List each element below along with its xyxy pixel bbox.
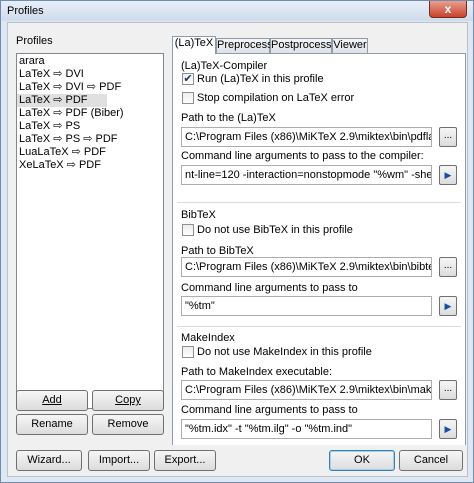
list-item[interactable]: LaTeX ⇨ DVI ⇨ PDF [17,81,163,94]
tab-latex[interactable]: (La)TeX [172,36,216,54]
makeindex-args-menu-button[interactable]: ▶ [439,419,457,439]
disable-bibtex-checkbox[interactable] [182,224,194,236]
remove-button-label: Remove [107,418,149,430]
import-button[interactable]: Import... [88,450,150,471]
tab-preprocessor[interactable]: Preprocessor [216,38,282,53]
latex-path-browse-button[interactable]: ... [439,127,457,147]
disable-makeindex-checkbox[interactable] [182,346,194,358]
ellipsis-icon: ... [443,260,453,271]
remove-button[interactable]: Remove [92,414,164,435]
play-arrow-icon: ▶ [444,301,452,311]
disable-bibtex-label[interactable]: Do not use BibTeX in this profile [197,224,353,236]
latex-args-input[interactable]: nt-line=120 -interaction=nonstopmode "%w… [181,165,432,185]
window-title: Profiles [7,5,44,17]
bibtex-path-input[interactable]: C:\Program Files (x86)\MiKTeX 2.9\miktex… [181,257,432,277]
latex-path-input[interactable]: C:\Program Files (x86)\MiKTeX 2.9\miktex… [181,127,432,147]
list-item[interactable]: LaTeX ⇨ DVI [17,68,163,81]
list-item[interactable]: LaTeX ⇨ PS ⇨ PDF [17,133,163,146]
makeindex-path-input[interactable]: C:\Program Files (x86)\MiKTeX 2.9\miktex… [181,380,432,400]
bibtex-path-browse-button[interactable]: ... [439,257,457,277]
list-item[interactable]: XeLaTeX ⇨ PDF [17,159,163,172]
checkmark-icon: ✔ [183,73,193,85]
bibtex-args-label: Command line arguments to pass to [181,282,358,294]
play-arrow-icon: ▶ [444,424,452,434]
ok-button[interactable]: OK [329,450,395,471]
disable-makeindex-label[interactable]: Do not use MakeIndex in this profile [197,346,372,358]
bibtex-args-menu-button[interactable]: ▶ [439,296,457,316]
run-latex-checkbox[interactable]: ✔ [182,73,194,85]
bibtex-group-title: BibTeX [181,209,216,221]
ellipsis-icon: ... [443,383,453,394]
dialog-button-bar: Wizard... Import... Export... OK Cancel [8,445,467,476]
list-item[interactable]: arara [17,55,163,68]
copy-button-label: Copy [115,394,141,406]
play-arrow-icon: ▶ [444,170,452,180]
ellipsis-icon: ... [443,130,453,141]
bibtex-path-label: Path to BibTeX [181,245,254,257]
add-button[interactable]: Add [16,390,88,411]
stop-on-error-checkbox[interactable] [182,92,194,104]
stop-on-error-label[interactable]: Stop compilation on LaTeX error [197,92,354,104]
export-button[interactable]: Export... [154,450,216,471]
makeindex-group-title: MakeIndex [181,332,235,344]
tab-viewer[interactable]: Viewer [332,38,368,53]
makeindex-path-label: Path to MakeIndex executable: [181,366,333,378]
bibtex-args-input[interactable]: "%tm" [181,296,432,316]
tab-postprocessor[interactable]: Postprocessor [270,38,341,53]
makeindex-path-browse-button[interactable]: ... [439,380,457,400]
rename-button[interactable]: Rename [16,414,88,435]
title-bar[interactable]: Profiles x [1,1,473,21]
profiles-label: Profiles [16,35,53,47]
latex-args-label: Command line arguments to pass to the co… [181,150,424,162]
latex-args-menu-button[interactable]: ▶ [439,165,457,185]
latex-group-title: (La)TeX-Compiler [181,60,268,72]
run-latex-label[interactable]: Run (La)TeX in this profile [197,73,324,85]
add-button-label: Add [42,394,62,406]
makeindex-args-label: Command line arguments to pass to [181,404,358,416]
rename-button-label: Rename [31,418,73,430]
list-item[interactable]: LuaLaTeX ⇨ PDF [17,146,163,159]
cancel-button[interactable]: Cancel [399,450,463,471]
makeindex-args-input[interactable]: "%tm.idx" -t "%tm.ilg" -o "%tm.ind" [181,419,432,439]
list-item[interactable]: LaTeX ⇨ PDF (Biber) [17,107,163,120]
profiles-dialog: Profiles x Profiles arara LaTeX ⇨ DVI La… [0,0,474,483]
close-button[interactable]: x [429,1,467,18]
dialog-client: Profiles arara LaTeX ⇨ DVI LaTeX ⇨ DVI ⇨… [7,22,468,477]
list-item-selected[interactable]: LaTeX ⇨ PDF [17,94,107,107]
copy-button[interactable]: Copy [92,390,164,411]
wizard-button[interactable]: Wizard... [16,450,82,471]
profile-list[interactable]: arara LaTeX ⇨ DVI LaTeX ⇨ DVI ⇨ PDF LaTe… [16,53,164,409]
latex-path-label: Path to the (La)TeX [181,112,276,124]
latex-tab-panel: (La)TeX-Compiler ✔ Run (La)TeX in this p… [172,53,466,455]
bibtex-separator [177,202,461,203]
list-item[interactable]: LaTeX ⇨ PS [17,120,163,133]
makeindex-separator [177,326,461,327]
